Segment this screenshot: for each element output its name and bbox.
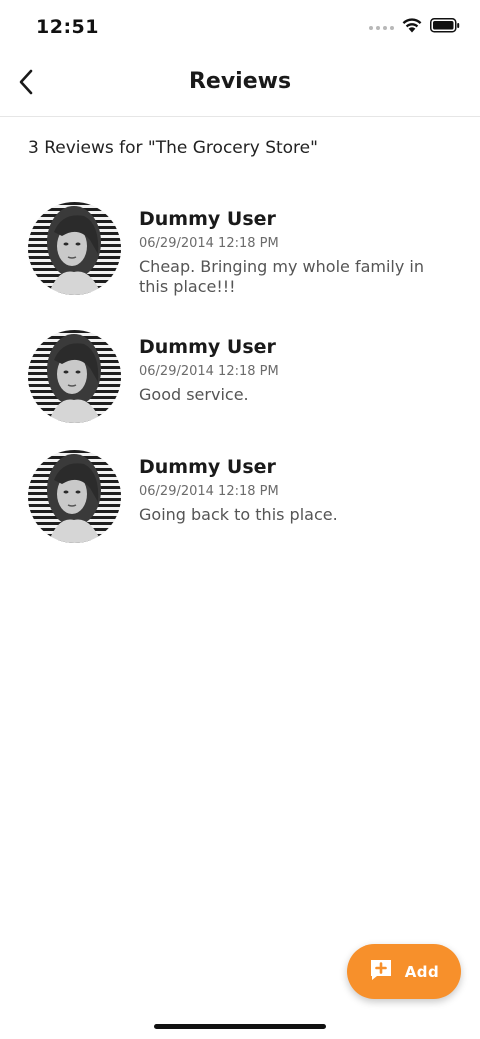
add-comment-icon: [369, 958, 393, 986]
battery-icon: [430, 18, 460, 37]
review-text: Dummy User 06/29/2014 12:18 PM Cheap. Br…: [139, 202, 458, 297]
home-indicator[interactable]: [154, 1024, 326, 1029]
status-bar: 12:51: [0, 0, 480, 56]
review-text: Dummy User 06/29/2014 12:18 PM Good serv…: [139, 330, 458, 423]
review-body: Good service.: [139, 385, 249, 404]
page-title: Reviews: [188, 69, 292, 94]
avatar: [28, 202, 121, 295]
review-body: Going back to this place.: [139, 505, 338, 524]
reviews-summary: 3 Reviews for "The Grocery Store": [28, 138, 318, 158]
review-date: 06/29/2014 12:18 PM: [139, 484, 279, 499]
review-name: Dummy User: [139, 456, 276, 478]
review-item[interactable]: Dummy User 06/29/2014 12:18 PM Cheap. Br…: [28, 202, 458, 297]
status-time: 12:51: [36, 16, 99, 38]
avatar: [28, 330, 121, 423]
review-text: Dummy User 06/29/2014 12:18 PM Going bac…: [139, 450, 458, 543]
avatar: [28, 450, 121, 543]
add-button-label: Add: [404, 962, 440, 981]
review-name: Dummy User: [139, 208, 276, 230]
review-date: 06/29/2014 12:18 PM: [139, 236, 279, 251]
review-name: Dummy User: [139, 336, 276, 358]
review-date: 06/29/2014 12:18 PM: [139, 364, 279, 379]
nav-header: Reviews: [0, 56, 480, 117]
wifi-icon: [402, 18, 422, 37]
signal-icon: [369, 25, 394, 30]
review-body: Cheap. Bringing my whole family in this …: [139, 257, 424, 296]
review-item[interactable]: Dummy User 06/29/2014 12:18 PM Going bac…: [28, 450, 458, 543]
status-icons: [369, 18, 460, 37]
review-item[interactable]: Dummy User 06/29/2014 12:18 PM Good serv…: [28, 330, 458, 423]
add-review-button[interactable]: Add: [347, 944, 461, 999]
